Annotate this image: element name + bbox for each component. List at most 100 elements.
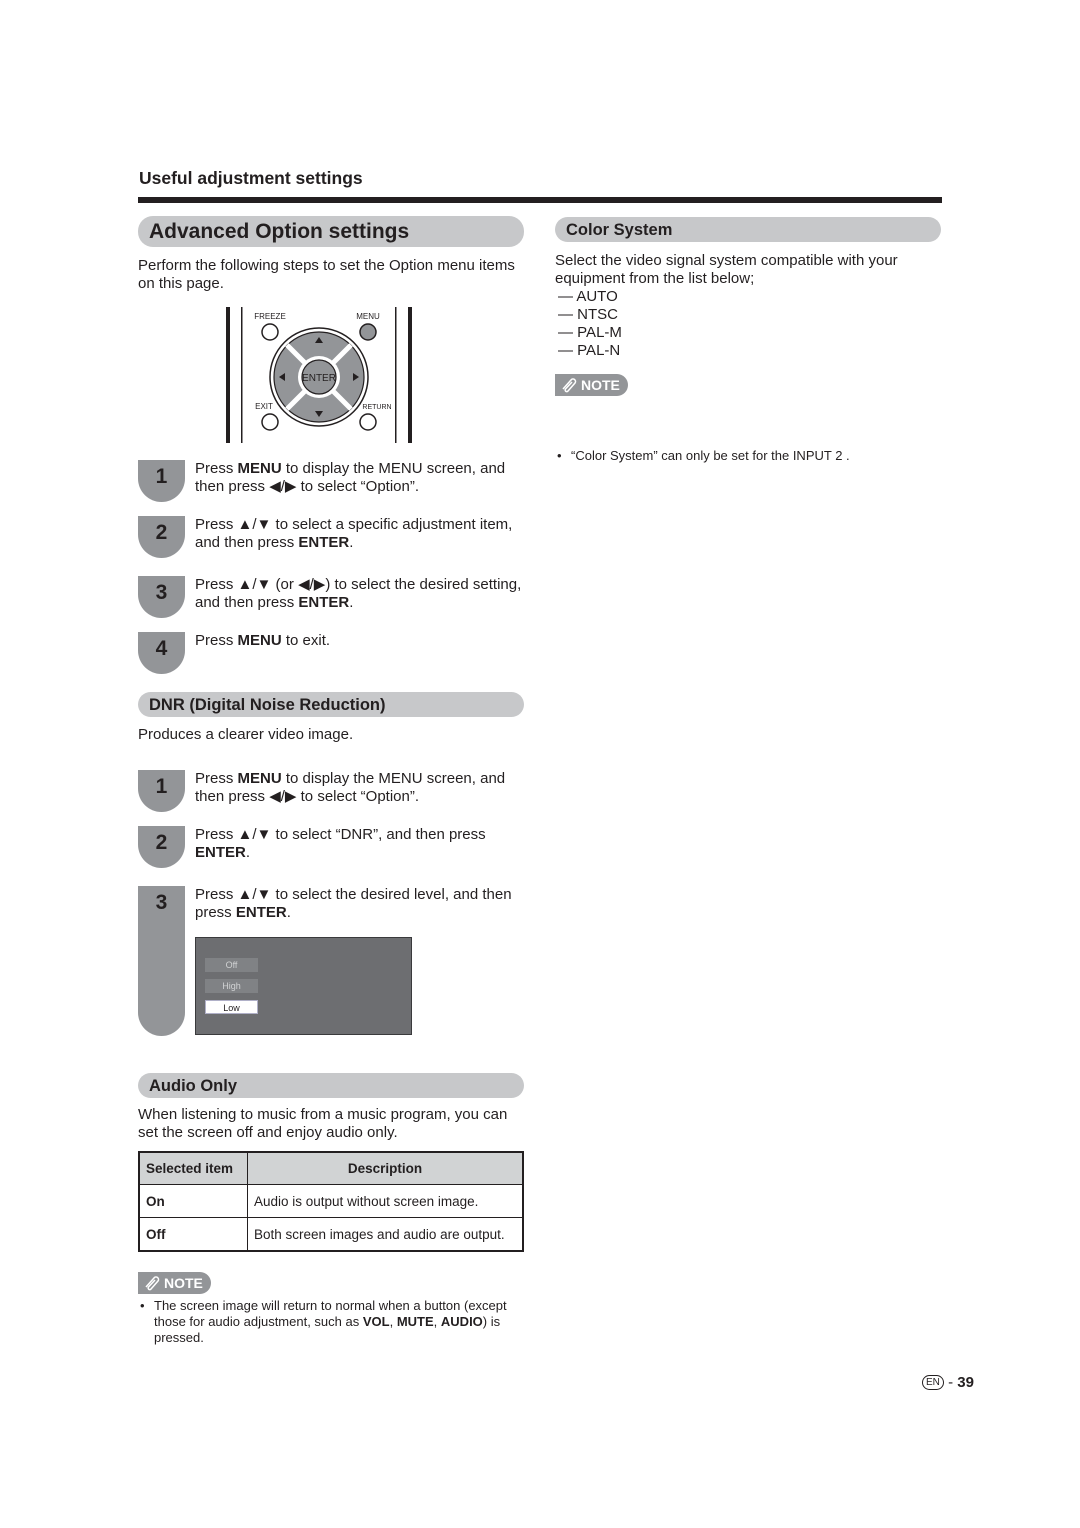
bold-term: ENTER — [298, 534, 350, 551]
table-cell: On — [138, 1184, 248, 1218]
step-text: Press ▲/▼ (or ◀/▶) to select the desired… — [195, 576, 530, 612]
audio-note-text: The screen image will return to normal w… — [138, 1298, 539, 1346]
page-number-value: 39 — [957, 1374, 974, 1391]
color-system-options: — AUTO — NTSC — PAL-M — PAL-N — [558, 288, 622, 360]
color-system-option: — PAL-M — [558, 324, 622, 341]
text-run: , — [389, 1314, 397, 1329]
header-rule — [138, 197, 942, 203]
text-run: to select “DNR”, and then press — [271, 826, 486, 843]
step-text: Press MENU to exit. — [195, 632, 530, 650]
text-run: Press — [195, 516, 238, 533]
text-run: ◀/▶ — [298, 576, 326, 593]
svg-text:ENTER: ENTER — [302, 373, 336, 384]
svg-text:EXIT: EXIT — [255, 402, 273, 411]
bold-term: ENTER — [298, 594, 350, 611]
language-badge: EN — [922, 1375, 944, 1390]
color-note-badge: NOTE — [555, 374, 628, 396]
bold-term: AUDIO — [440, 1314, 483, 1329]
dnr-title: DNR (Digital Noise Reduction) — [138, 692, 524, 717]
bold-term: ENTER — [195, 844, 246, 861]
step-number: 2 — [155, 831, 168, 854]
advanced-option-intro: Perform the following steps to set the O… — [138, 257, 515, 292]
step-number: 3 — [155, 891, 168, 914]
table-row: Off Both screen images and audio are out… — [138, 1217, 524, 1252]
audio-only-table: Selected item Description On Audio is ou… — [138, 1151, 524, 1252]
svg-text:RETURN: RETURN — [362, 404, 391, 411]
color-system-title: Color System — [555, 217, 941, 242]
text-run: to exit. — [281, 632, 331, 649]
step-text: Press ▲/▼ to select the desired level, a… — [195, 886, 530, 922]
text-run: . — [349, 534, 354, 551]
svg-text:MENU: MENU — [356, 312, 380, 321]
text-run: Press — [195, 770, 238, 787]
text-run: Press — [195, 632, 238, 649]
paperclip-icon — [145, 1276, 160, 1291]
text-run: (or — [271, 576, 299, 593]
page-separator: - — [948, 1374, 954, 1391]
note-badge: NOTE — [138, 1272, 211, 1294]
text-run: ▲/▼ — [237, 886, 272, 903]
osd-option-high[interactable]: High — [205, 979, 258, 993]
bold-term: MENU — [237, 460, 282, 477]
dnr-osd-menu: Off High Low — [195, 937, 412, 1035]
color-system-note: “Color System” can only be set for the I… — [555, 448, 951, 464]
bold-term: ENTER — [235, 904, 287, 921]
svg-text:FREEZE: FREEZE — [254, 312, 286, 321]
color-system-option: — NTSC — [558, 306, 618, 323]
text-run: ◀/▶ — [269, 478, 297, 495]
step-number: 1 — [155, 775, 168, 798]
freeze-button-icon — [261, 323, 279, 341]
table-cell: Audio is output without screen image. — [247, 1184, 524, 1218]
step-number: 2 — [155, 521, 168, 544]
page-number: EN - 39 — [922, 1374, 974, 1391]
text-run: ▲/▼ — [237, 826, 272, 843]
text-run: . — [286, 904, 291, 921]
step-number: 4 — [155, 637, 168, 660]
text-run: to select “Option”. — [296, 788, 420, 805]
bold-term: MUTE — [396, 1314, 434, 1329]
section-label: Useful adjustment settings — [139, 168, 363, 188]
text-run: to select “Option”. — [296, 478, 420, 495]
advanced-option-title: Advanced Option settings — [138, 216, 524, 247]
audio-only-title: Audio Only — [138, 1073, 524, 1098]
bold-term: VOL — [362, 1314, 390, 1329]
table-header: Description — [247, 1151, 524, 1185]
step-text: Press ▲/▼ to select a specific adjustmen… — [195, 516, 530, 552]
audio-only-intro: When listening to music from a music pro… — [138, 1106, 508, 1141]
text-run: Press — [195, 460, 238, 477]
menu-button-icon — [359, 323, 377, 341]
remote-dpad-icon: FREEZE MENU EXIT RETURN ENTER — [226, 307, 412, 443]
step-number: 1 — [155, 465, 168, 488]
table-cell: Off — [138, 1217, 248, 1252]
step-text: Press MENU to display the MENU screen, a… — [195, 460, 530, 496]
text-run: . — [245, 844, 251, 861]
table-header: Selected item — [138, 1151, 248, 1185]
note-badge: NOTE — [555, 374, 628, 396]
bold-term: MENU — [237, 770, 282, 787]
return-button-icon — [359, 413, 377, 431]
step-text: Press MENU to display the MENU screen, a… — [195, 770, 530, 806]
step-text: Press ▲/▼ to select “DNR”, and then pres… — [195, 826, 530, 862]
text-run: ◀/▶ — [269, 788, 297, 805]
text-run: Press — [195, 886, 238, 903]
osd-option-low[interactable]: Low — [205, 1000, 258, 1014]
text-run: ▲/▼ — [237, 576, 272, 593]
text-run: . — [349, 594, 354, 611]
bold-term: MENU — [237, 632, 282, 649]
color-system-intro: Select the video signal system compatibl… — [555, 252, 898, 287]
table-header-row: Selected item Description — [138, 1151, 524, 1185]
paperclip-icon — [562, 378, 577, 393]
text-run: , — [433, 1314, 441, 1329]
table-row: On Audio is output without screen image. — [138, 1184, 524, 1218]
color-system-option: — AUTO — [558, 288, 618, 305]
remote-control-illustration: FREEZE MENU EXIT RETURN ENTER — [222, 305, 418, 445]
dnr-intro: Produces a clearer video image. — [138, 726, 354, 743]
osd-option-off[interactable]: Off — [205, 958, 258, 972]
exit-button-icon — [261, 413, 279, 431]
step-number: 3 — [155, 581, 168, 604]
table-cell: Both screen images and audio are output. — [247, 1217, 524, 1252]
color-system-option: — PAL-N — [558, 342, 621, 359]
text-run: ▲/▼ — [237, 516, 272, 533]
audio-note-badge: NOTE — [138, 1272, 211, 1294]
text-run: Press — [195, 826, 238, 843]
